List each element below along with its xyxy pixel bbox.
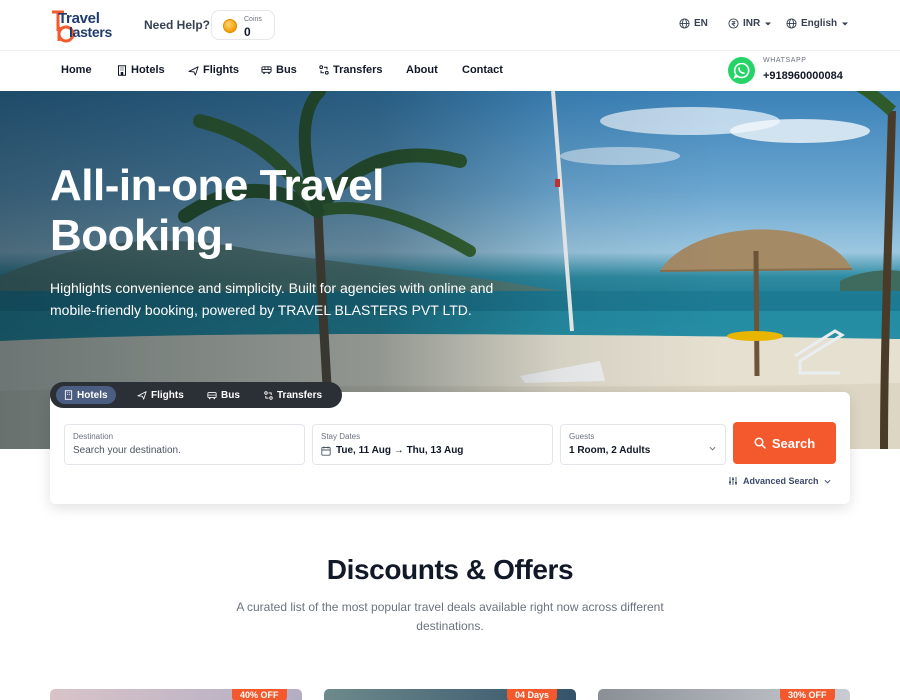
sliders-icon xyxy=(729,477,737,485)
destination-label: Destination xyxy=(73,432,114,441)
chevron-down-icon xyxy=(765,22,772,25)
tab-bus[interactable]: Bus xyxy=(199,386,248,404)
offer-badge: 40% OFF xyxy=(232,689,287,700)
language-selector[interactable]: English xyxy=(786,18,849,29)
coin-icon xyxy=(223,19,237,33)
bus-icon xyxy=(207,391,217,399)
offer-card[interactable]: 04 Days xyxy=(324,689,576,700)
plane-icon xyxy=(188,65,199,76)
nav-home-label: Home xyxy=(61,64,92,76)
transfer-icon xyxy=(319,65,329,75)
nav-contact-label: Contact xyxy=(462,64,503,76)
top-bar: Travel lasters Need Help? Coins 0 EN INR… xyxy=(0,0,900,51)
transfer-icon xyxy=(264,390,273,400)
search-button-label: Search xyxy=(771,435,816,451)
offers-subheading: A curated list of the most popular trave… xyxy=(236,600,664,633)
tab-hotels-label: Hotels xyxy=(77,389,108,401)
chevron-down-icon xyxy=(842,22,849,25)
search-tabs: Hotels Flights Bus Transfers xyxy=(50,382,342,408)
hero-subtitle: Highlights convenience and simplicity. B… xyxy=(50,280,494,318)
currency-label: INR xyxy=(743,18,761,29)
coins-value: 0 xyxy=(244,25,251,39)
main-nav: Home Hotels Flights Bus Transfers About … xyxy=(0,51,900,91)
offers-heading: Discounts & Offers xyxy=(326,554,574,585)
building-icon xyxy=(64,390,73,400)
stay-dates-value-wrap[interactable]: Tue, 11 Aug → Thu, 13 Aug xyxy=(321,445,463,456)
need-help-link[interactable]: Need Help? xyxy=(144,18,210,32)
stay-dates-value: Tue, 11 Aug → Thu, 13 Aug xyxy=(336,445,464,456)
destination-field[interactable]: Destination Search your destination. xyxy=(64,424,305,465)
offer-card[interactable]: 40% OFF xyxy=(50,689,302,700)
whatsapp-number[interactable]: +918960000084 xyxy=(763,70,843,82)
offer-card[interactable]: 30% OFF xyxy=(598,689,850,700)
building-icon xyxy=(118,64,126,76)
tab-flights[interactable]: Flights xyxy=(129,386,192,404)
nav-hotels-label: Hotels xyxy=(131,64,165,76)
chevron-down-icon xyxy=(824,479,831,483)
search-panel: Destination Search your destination. Sta… xyxy=(50,392,850,504)
tab-flights-label: Flights xyxy=(151,389,184,401)
brand-logo[interactable]: Travel lasters xyxy=(50,9,120,43)
tab-bus-label: Bus xyxy=(221,389,240,401)
coins-widget[interactable]: Coins 0 xyxy=(211,10,275,40)
nav-hotels[interactable]: Hotels xyxy=(117,64,165,76)
calendar-icon xyxy=(321,446,331,456)
nav-bus[interactable]: Bus xyxy=(261,64,297,76)
advanced-search-label: Advanced Search xyxy=(743,476,819,486)
language-short-selector[interactable]: EN xyxy=(679,18,708,29)
plane-icon xyxy=(137,391,147,400)
language-label: English xyxy=(801,18,838,29)
stay-dates-field[interactable]: Stay Dates Tue, 11 Aug → Thu, 13 Aug xyxy=(312,424,553,465)
search-icon xyxy=(754,437,766,449)
offer-badge: 04 Days xyxy=(507,689,558,700)
whatsapp-label: WHATSAPP xyxy=(763,57,807,64)
chevron-down-icon xyxy=(709,446,716,451)
offer-badge: 30% OFF xyxy=(780,689,835,700)
guests-label: Guests xyxy=(569,432,595,441)
hero-title: All-in-one Travel Booking. xyxy=(50,161,384,260)
nav-transfers[interactable]: Transfers xyxy=(319,64,383,76)
nav-transfers-label: Transfers xyxy=(333,64,383,76)
nav-bus-label: Bus xyxy=(276,64,297,76)
currency-selector[interactable]: INR xyxy=(728,18,772,29)
bus-icon xyxy=(261,66,272,75)
search-button[interactable]: Search xyxy=(733,422,836,464)
nav-flights-label: Flights xyxy=(203,64,240,76)
whatsapp-button[interactable] xyxy=(728,57,755,84)
nav-home[interactable]: Home xyxy=(61,64,92,76)
advanced-search-toggle[interactable]: Advanced Search xyxy=(728,476,831,486)
tab-hotels[interactable]: Hotels xyxy=(56,386,116,404)
tab-transfers-label: Transfers xyxy=(277,389,323,401)
nav-about[interactable]: About xyxy=(406,64,438,76)
coins-label: Coins xyxy=(244,16,262,23)
logo-text-line2: lasters xyxy=(69,24,113,40)
nav-about-label: About xyxy=(406,64,438,76)
nav-contact[interactable]: Contact xyxy=(462,64,503,76)
guests-field[interactable]: Guests 1 Room, 2 Adults xyxy=(560,424,726,465)
stay-dates-label: Stay Dates xyxy=(321,432,361,441)
language-short-label: EN xyxy=(694,18,708,29)
destination-input[interactable]: Search your destination. xyxy=(73,445,181,456)
tab-transfers[interactable]: Transfers xyxy=(256,386,330,404)
currency-icon xyxy=(728,18,739,29)
globe-icon xyxy=(786,18,797,29)
whatsapp-icon xyxy=(733,62,750,79)
guests-value: 1 Room, 2 Adults xyxy=(569,445,651,456)
nav-flights[interactable]: Flights xyxy=(188,64,239,76)
globe-icon xyxy=(679,18,690,29)
